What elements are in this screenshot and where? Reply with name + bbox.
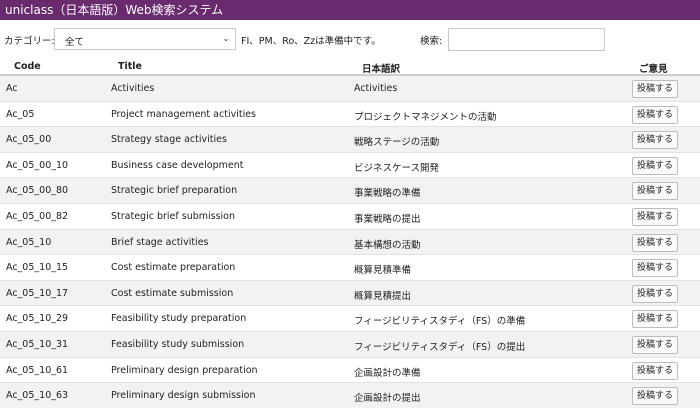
row-japanese: 基本構想の活動 [354, 239, 421, 251]
submit-feedback-button[interactable]: 投稿する [632, 336, 678, 354]
row-japanese: 概算見積準備 [354, 265, 412, 277]
row-code: Ac_05_00_80 [6, 185, 69, 197]
row-code: Ac_05_10_61 [6, 364, 69, 376]
header-title: Title [118, 61, 142, 72]
row-japanese: プロジェクトマネジメントの活動 [354, 111, 497, 123]
row-title: Activities [111, 83, 155, 94]
row-japanese: 概算見積提出 [354, 290, 412, 302]
row-japanese: 企画設計の提出 [354, 393, 421, 405]
submit-feedback-button[interactable]: 投稿する [632, 208, 678, 226]
preparation-note: FI、PM、Ro、Zzは準備中です。 [241, 36, 381, 47]
chevron-down-icon: ⌄ [222, 34, 230, 43]
row-title: Preliminary design submission [111, 390, 256, 402]
submit-feedback-button[interactable]: 投稿する [632, 156, 678, 175]
row-title: Brief stage activities [111, 236, 209, 248]
submit-feedback-button[interactable]: 投稿する [632, 80, 678, 98]
submit-feedback-button[interactable]: 投稿する [632, 105, 678, 124]
category-label: カテゴリー: [4, 36, 55, 47]
table-row: Ac_05_10_61 Preliminary design preparatio… [0, 358, 700, 384]
table-header: Code Title 日本語訳 ご意見 [0, 58, 700, 76]
row-code: Ac_05_10_29 [6, 313, 69, 325]
table-row: Ac_05_10_63 Preliminary design submission… [0, 383, 700, 408]
table-row: Ac_05_10_31 Feasibility study submission フ… [0, 332, 700, 358]
table-row: Ac_05_10_29 Feasibility study preparation… [0, 306, 700, 332]
table-row: Ac_05_00_80 Strategic brief preparation 事業… [0, 178, 700, 204]
row-japanese: 戦略ステージの活動 [354, 137, 440, 149]
row-code: Ac_05_10_63 [6, 390, 69, 402]
row-code: Ac_05_00 [6, 134, 52, 146]
row-japanese: 事業戦略の提出 [354, 214, 421, 225]
table-row: Ac_05_10_15 Cost estimate preparation 概算見積… [0, 255, 700, 281]
table-row: Ac_05 Project management activities プロジェクト… [0, 102, 700, 128]
row-code: Ac_05_10 [6, 236, 52, 248]
row-code: Ac_05 [6, 108, 35, 120]
submit-feedback-button[interactable]: 投稿する [632, 259, 678, 278]
row-code: Ac_05_00_82 [6, 211, 69, 222]
row-code: Ac_05_10_31 [6, 339, 69, 350]
table-row: Ac_05_10_17 Cost estimate submission 概算見積提… [0, 280, 700, 307]
row-japanese: フィージビリティスタディ（FS）の提出 [354, 342, 526, 353]
row-title: Strategic brief submission [111, 211, 236, 222]
table-row: Ac_05_00_10 Business case development ビジネス… [0, 153, 700, 179]
app-title-bar: uniclass（日本語版）Web検索システム [0, 0, 700, 20]
row-code: Ac [6, 83, 18, 94]
row-japanese: 企画設計の準備 [354, 367, 421, 379]
row-title: Business case development [111, 159, 244, 171]
table-row: Ac_05_10 Brief stage activities 基本構想の活動 投稿す… [0, 229, 700, 256]
row-japanese: フィージビリティスタディ（FS）の準備 [354, 316, 526, 328]
header-code: Code [14, 61, 41, 72]
table-row: Ac_05_00_82 Strategic brief submission 事業戦… [0, 204, 700, 230]
row-code: Ac_05_10_17 [6, 287, 69, 299]
row-title: Feasibility study submission [111, 339, 245, 350]
submit-feedback-button[interactable]: 投稿する [632, 182, 678, 201]
table-row: Ac Activities Activities 投稿する [0, 76, 700, 102]
row-title: Strategy stage activities [111, 134, 227, 146]
submit-feedback-button[interactable]: 投稿する [632, 284, 678, 303]
row-title: Preliminary design preparation [111, 364, 258, 376]
app-title: uniclass（日本語版）Web検索システム [5, 3, 224, 17]
category-select[interactable]: 全て ⌄ [54, 28, 236, 50]
row-japanese: ビジネスケース開発 [354, 162, 440, 174]
header-japanese: 日本語訳 [362, 64, 401, 75]
row-title: Cost estimate preparation [111, 262, 236, 274]
table-row: Ac_05_00 Strategy stage activities 戦略ステージの… [0, 127, 700, 153]
row-title: Feasibility study preparation [111, 313, 247, 325]
row-japanese: 事業戦略の準備 [354, 188, 421, 200]
row-title: Cost estimate submission [111, 287, 234, 299]
header-feedback: ご意見 [639, 64, 668, 75]
row-title: Strategic brief preparation [111, 185, 238, 197]
search-input[interactable] [448, 28, 605, 51]
row-japanese: Activities [354, 83, 398, 94]
submit-feedback-button[interactable]: 投稿する [632, 233, 678, 252]
row-code: Ac_05_00_10 [6, 159, 69, 171]
search-label: 検索: [420, 36, 443, 47]
filter-bar: カテゴリー: 全て ⌄ FI、PM、Ro、Zzは準備中です。 検索: [0, 20, 700, 58]
row-code: Ac_05_10_15 [6, 262, 69, 274]
submit-feedback-button[interactable]: 投稿する [632, 310, 678, 329]
row-title: Project management activities [111, 108, 257, 120]
submit-feedback-button[interactable]: 投稿する [632, 387, 678, 406]
submit-feedback-button[interactable]: 投稿する [632, 131, 678, 150]
category-selected-value: 全て [65, 37, 85, 48]
submit-feedback-button[interactable]: 投稿する [632, 361, 678, 380]
